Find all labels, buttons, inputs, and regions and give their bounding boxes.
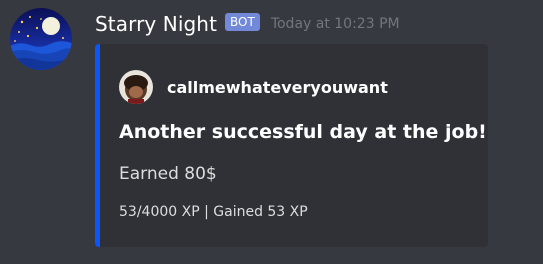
message-timestamp: Today at 10:23 PM [270, 16, 400, 32]
message-header: Starry Night BOT Today at 10:23 PM [95, 9, 400, 39]
author-username[interactable]: Starry Night [95, 12, 217, 36]
bot-badge: BOT [225, 13, 260, 31]
embed-author-name: callmewhateveryouwant [167, 77, 388, 97]
embed-author: callmewhateveryouwant [119, 70, 388, 104]
embed-title: Another successful day at the job! [119, 121, 487, 143]
message-embed: callmewhateveryouwant Another successful… [95, 44, 488, 247]
embed-color-bar [95, 44, 100, 247]
embed-description: Earned 80$ [119, 164, 217, 184]
chat-message: Starry Night BOT Today at 10:23 PM callm… [0, 0, 543, 264]
starry-night-avatar-icon[interactable] [10, 8, 72, 70]
user-avatar-icon [119, 70, 153, 104]
embed-footer: 53/4000 XP | Gained 53 XP [119, 204, 308, 220]
